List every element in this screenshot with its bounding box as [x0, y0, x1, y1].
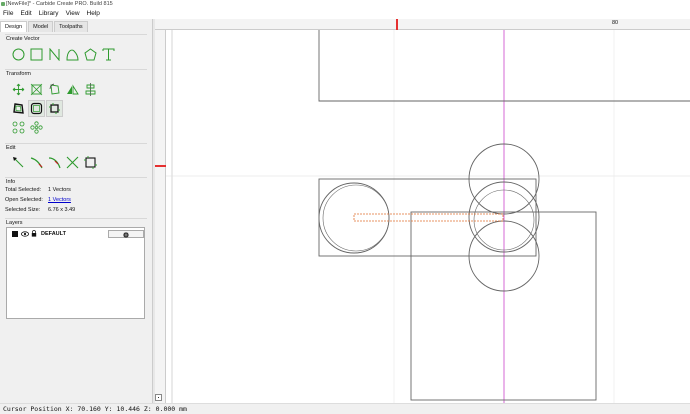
design-canvas[interactable]: [166, 30, 690, 403]
vector-shape-top[interactable]: [318, 30, 690, 102]
open-selected-link[interactable]: 1 Vectors: [48, 197, 71, 203]
total-selected-value: 1 Vectors: [48, 187, 71, 193]
menu-library[interactable]: Library: [39, 9, 59, 19]
menu-help[interactable]: Help: [87, 9, 100, 19]
layers-heading: Layers: [6, 220, 23, 226]
layers-list: DEFAULT: [6, 227, 145, 319]
eye-icon[interactable]: [21, 231, 29, 237]
cut-icon[interactable]: [65, 155, 80, 170]
tab-model[interactable]: Model: [28, 21, 54, 32]
edit-heading: Edit: [6, 145, 16, 151]
layer-settings-button[interactable]: [108, 230, 144, 238]
move-icon[interactable]: [11, 82, 26, 97]
rotate-icon[interactable]: [47, 82, 62, 97]
create-vector-heading: Create Vector: [6, 36, 40, 42]
vector-circle[interactable]: [322, 184, 390, 252]
scale-icon[interactable]: [29, 82, 44, 97]
gear-icon: [123, 231, 129, 238]
left-ruler: [155, 30, 166, 403]
text-tool-icon[interactable]: [101, 47, 116, 62]
round-corner-icon[interactable]: [28, 100, 45, 117]
lock-icon[interactable]: [31, 230, 37, 237]
tab-toolpaths[interactable]: Toolpaths: [54, 21, 88, 32]
selected-vector[interactable]: [353, 213, 504, 222]
boolean-icon[interactable]: [83, 155, 98, 170]
status-bar: Cursor Position X: 70.160 Y: 10.446 Z: 0…: [0, 403, 690, 414]
layer-color-swatch[interactable]: [12, 231, 18, 237]
cursor-position: Cursor Position X: 70.160 Y: 10.446 Z: 0…: [3, 405, 187, 413]
edit-section: Edit: [5, 143, 147, 175]
menu-edit[interactable]: Edit: [20, 9, 31, 19]
title-bar: [NewFile]* - Carbide Create PRO. Build 8…: [0, 0, 690, 9]
polygon-tool-icon[interactable]: [83, 47, 98, 62]
design-panel: Design Model Toolpaths Create Vector Tra…: [0, 19, 152, 403]
align-icon[interactable]: [83, 82, 98, 97]
ruler-label-80: 80: [612, 20, 619, 26]
vector-rect-bottom[interactable]: [410, 211, 597, 401]
layer-name: DEFAULT: [41, 231, 66, 237]
selected-size-value: 6.76 x 3.49: [48, 207, 76, 213]
selected-size-label: Selected Size:: [5, 207, 41, 213]
menu-file[interactable]: File: [3, 9, 13, 19]
window-title: [NewFile]* - Carbide Create PRO. Build 8…: [6, 1, 113, 7]
open-selected-label: Open Selected:: [5, 197, 43, 203]
menu-view[interactable]: View: [66, 9, 80, 19]
circular-array-icon[interactable]: [29, 120, 44, 135]
app-icon: [1, 2, 5, 6]
transform-heading: Transform: [6, 71, 31, 77]
fillet-icon[interactable]: [47, 155, 62, 170]
vector-rect-middle[interactable]: [318, 178, 537, 257]
top-ruler: 80: [155, 19, 690, 30]
mirror-icon[interactable]: [65, 82, 80, 97]
layer-row[interactable]: DEFAULT: [11, 230, 144, 239]
canvas-drawing: [166, 30, 690, 403]
circle-tool-icon[interactable]: [11, 47, 26, 62]
join-icon[interactable]: [46, 100, 63, 117]
offset-icon[interactable]: [11, 101, 26, 116]
tab-design[interactable]: Design: [0, 21, 28, 32]
panel-tabs: Design Model Toolpaths: [0, 21, 89, 32]
total-selected-label: Total Selected:: [5, 187, 42, 193]
info-size-row: Selected Size: 6.76 x 3.49: [5, 207, 75, 213]
node-edit-icon[interactable]: [11, 155, 26, 170]
ruler-cursor-marker-y: [155, 165, 166, 167]
polyline-tool-icon[interactable]: [47, 47, 62, 62]
transform-section: Transform: [5, 69, 147, 139]
info-open-row: Open Selected: 1 Vectors: [5, 197, 71, 203]
curve-tool-icon[interactable]: [65, 47, 80, 62]
trim-icon[interactable]: [29, 155, 44, 170]
menu-bar: File Edit Library View Help: [0, 9, 690, 19]
rectangle-tool-icon[interactable]: [29, 47, 44, 62]
info-total-row: Total Selected: 1 Vectors: [5, 187, 71, 193]
ruler-cursor-marker-x: [396, 19, 398, 30]
array-icon[interactable]: [11, 120, 26, 135]
zoom-fit-button[interactable]: [155, 394, 162, 401]
info-heading: Info: [6, 179, 16, 185]
